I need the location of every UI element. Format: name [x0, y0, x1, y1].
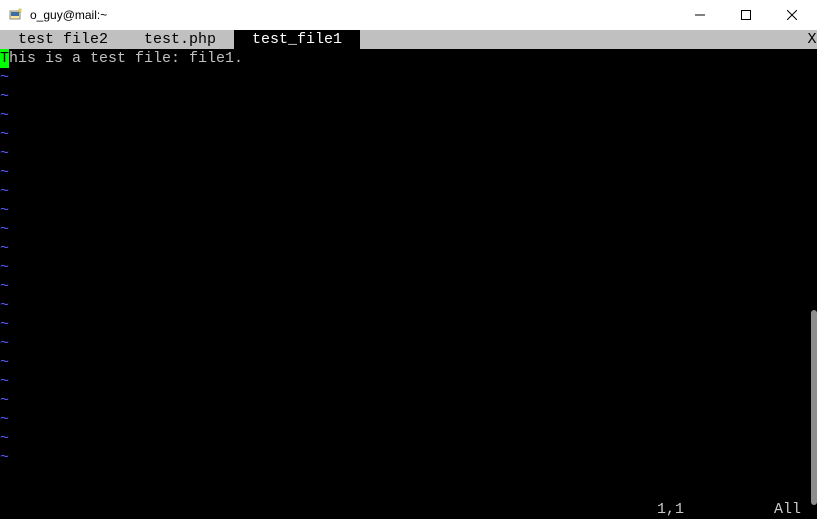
tab-close-button[interactable]: X — [807, 30, 817, 49]
window-controls — [677, 0, 815, 30]
empty-line-marker: ~ — [0, 277, 817, 296]
tab-test-file2[interactable]: test file2 — [0, 30, 126, 49]
vim-status-line: 1,1 All — [0, 500, 813, 519]
empty-line-marker: ~ — [0, 239, 817, 258]
maximize-button[interactable] — [723, 0, 769, 30]
empty-line-marker: ~ — [0, 201, 817, 220]
putty-icon — [8, 7, 24, 23]
terminal[interactable]: test file2 test.php test_file1 X This is… — [0, 30, 817, 519]
window-title: o_guy@mail:~ — [30, 8, 677, 22]
empty-line-marker: ~ — [0, 68, 817, 87]
empty-line-marker: ~ — [0, 353, 817, 372]
empty-line-marker: ~ — [0, 220, 817, 239]
empty-line-marker: ~ — [0, 163, 817, 182]
empty-line-marker: ~ — [0, 372, 817, 391]
editor-content[interactable]: This is a test file: file1. ~ ~ ~ ~ ~ ~ … — [0, 49, 817, 519]
scroll-percent: All — [774, 500, 813, 519]
scrollbar-vertical[interactable] — [811, 310, 817, 505]
tab-test-php[interactable]: test.php — [126, 30, 234, 49]
empty-line-marker: ~ — [0, 410, 817, 429]
empty-line-marker: ~ — [0, 391, 817, 410]
empty-line-marker: ~ — [0, 87, 817, 106]
empty-line-marker: ~ — [0, 429, 817, 448]
editor-line-1: This is a test file: file1. — [0, 49, 817, 68]
empty-line-marker: ~ — [0, 448, 817, 467]
minimize-button[interactable] — [677, 0, 723, 30]
empty-line-marker: ~ — [0, 106, 817, 125]
empty-line-marker: ~ — [0, 258, 817, 277]
window-titlebar: o_guy@mail:~ — [0, 0, 817, 30]
tab-test-file1[interactable]: test_file1 — [234, 30, 360, 49]
empty-line-marker: ~ — [0, 125, 817, 144]
cursor: T — [0, 49, 9, 68]
editor-text: his is a test file: file1. — [9, 50, 243, 67]
empty-line-marker: ~ — [0, 296, 817, 315]
cursor-position: 1,1 — [657, 500, 774, 519]
tab-bar: test file2 test.php test_file1 X — [0, 30, 817, 49]
empty-line-marker: ~ — [0, 144, 817, 163]
empty-line-marker: ~ — [0, 315, 817, 334]
close-button[interactable] — [769, 0, 815, 30]
empty-line-marker: ~ — [0, 334, 817, 353]
empty-line-marker: ~ — [0, 182, 817, 201]
